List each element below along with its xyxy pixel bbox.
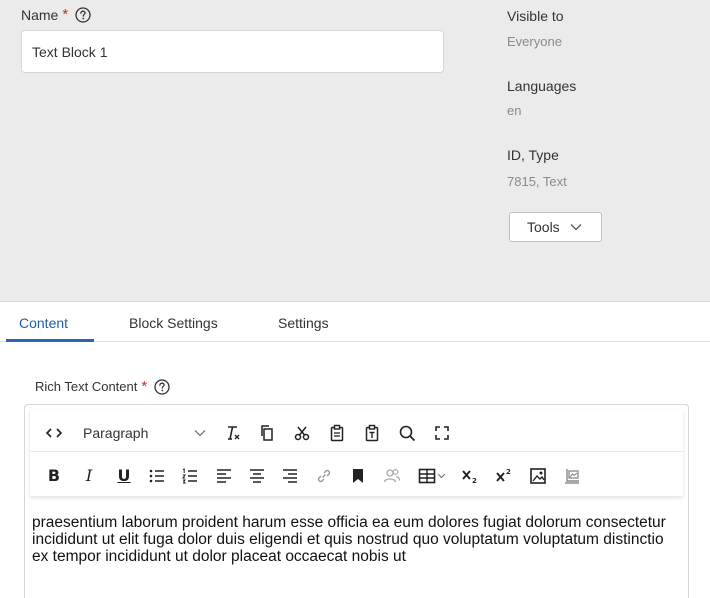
cut-icon[interactable] [290,421,314,445]
tab-bar: Content Block Settings Settings [0,302,710,342]
help-icon[interactable] [154,378,170,395]
tools-dropdown-button[interactable]: Tools [509,212,602,242]
underline-icon[interactable]: U [112,464,136,488]
name-field-label: Name * [21,6,91,23]
italic-icon[interactable]: I [77,464,101,488]
tools-label: Tools [527,219,560,235]
tab-content[interactable]: Content [19,315,68,331]
table-icon[interactable] [415,464,451,488]
help-icon[interactable] [75,6,91,23]
required-asterisk: * [141,378,148,395]
languages-value-wrap: en [507,103,521,118]
visible-to-value: Everyone [507,34,562,49]
id-type-label: ID, Type [507,147,559,163]
copy-icon[interactable] [255,421,279,445]
visible-to-label: Visible to [507,8,564,24]
id-type-value-wrap: 7815, Text [507,174,567,189]
superscript-icon[interactable]: 2 [492,464,516,488]
tab-block-settings[interactable]: Block Settings [129,315,218,331]
visible-to-section: Visible to [507,8,564,24]
chevron-down-icon [570,224,582,231]
rich-text-field-label: Rich Text Content * [35,378,170,395]
media-icon[interactable] [560,464,584,488]
id-type-value: 7815, Text [507,174,567,189]
editor-toolbar: Paragraph B I U 2 2 [30,410,683,496]
bold-icon[interactable]: B [42,464,66,488]
tab-settings[interactable]: Settings [278,315,329,331]
languages-label: Languages [507,78,577,94]
rich-text-editor[interactable]: Paragraph B I U 2 2 praesentium laborum … [24,404,689,598]
block-details-panel: Name * Visible to Everyone Languages en … [0,0,710,302]
source-code-icon[interactable] [42,421,66,445]
paste-icon[interactable] [325,421,349,445]
align-left-icon[interactable] [212,464,236,488]
numbered-list-icon[interactable] [178,464,202,488]
name-label-text: Name [21,6,59,23]
fullscreen-icon[interactable] [430,421,454,445]
chevron-down-icon [194,430,206,437]
paragraph-select-value: Paragraph [83,425,149,441]
editor-content[interactable]: praesentium laborum proident harum esse … [32,514,682,565]
find-icon[interactable] [395,421,419,445]
toolbar-row-1: Paragraph [30,414,683,452]
svg-text:2: 2 [472,477,477,485]
active-tab-indicator [6,339,94,342]
link-icon[interactable] [312,464,336,488]
languages-section: Languages [507,78,576,94]
paragraph-format-select[interactable]: Paragraph [75,418,212,448]
name-input[interactable] [21,30,444,73]
languages-value: en [507,103,522,118]
subscript-icon[interactable]: 2 [458,464,482,488]
image-icon[interactable] [526,464,550,488]
id-type-section: ID, Type [507,147,559,163]
clear-formatting-icon[interactable] [220,421,244,445]
bookmark-icon[interactable] [346,464,370,488]
visible-to-value-wrap: Everyone [507,34,562,49]
user-mention-icon[interactable] [380,464,404,488]
align-right-icon[interactable] [278,464,302,488]
bullet-list-icon[interactable] [145,464,169,488]
rich-text-label-text: Rich Text Content [35,379,138,394]
required-asterisk: * [62,6,69,23]
paste-text-icon[interactable] [360,421,384,445]
align-center-icon[interactable] [245,464,269,488]
svg-text:2: 2 [506,468,511,476]
toolbar-row-2: B I U 2 2 [30,457,683,495]
